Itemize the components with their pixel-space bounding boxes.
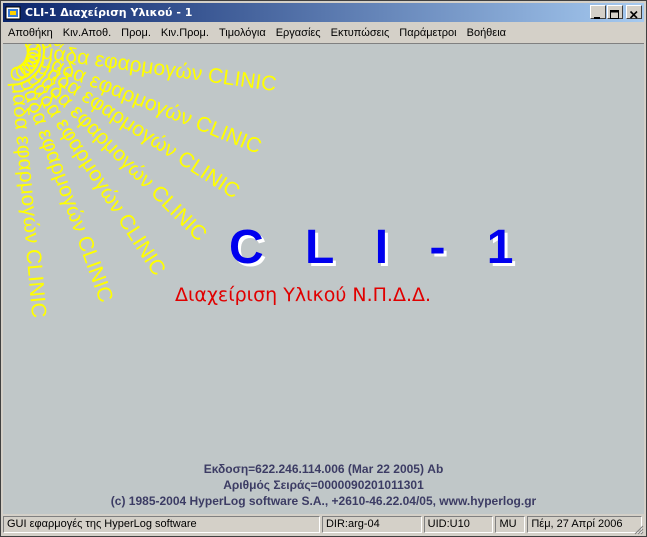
minimize-button[interactable] bbox=[590, 5, 606, 19]
app-icon[interactable] bbox=[5, 5, 21, 21]
product-subtitle: Διαχείριση Υλικού Ν.Π.Δ.Δ. bbox=[175, 284, 432, 306]
menu-item-kin-apoth[interactable]: Κιν.Αποθ. bbox=[58, 27, 116, 39]
product-title: C L I - 1 bbox=[229, 221, 528, 274]
menu-item-apothiki[interactable]: Αποθήκη bbox=[3, 27, 58, 39]
copyright-text: (c) 1985-2004 HyperLog software S.A., +2… bbox=[110, 494, 537, 508]
menu-bar: Αποθήκη Κιν.Αποθ. Προμ. Κιν.Προμ. Τιμολό… bbox=[3, 23, 644, 42]
status-date: Πέμ, 27 Απρί 2006 bbox=[527, 516, 642, 533]
status-uid: UID:U10 bbox=[423, 516, 494, 533]
maximize-icon bbox=[610, 10, 619, 19]
window-title: CLI-1 Διαχείριση Υλικού - 1 bbox=[25, 6, 193, 19]
menu-item-prom[interactable]: Προμ. bbox=[116, 27, 156, 39]
arc-text-graphic: Ομάδα εφαρμογών CLINICΟμάδα εφαρμογών CL… bbox=[5, 44, 278, 319]
serial-text: Αριθμός Σειράς=0000090201011301 bbox=[223, 478, 424, 492]
maximize-button[interactable] bbox=[607, 5, 623, 19]
menu-item-ektyposeis[interactable]: Εκτυπώσεις bbox=[326, 27, 395, 39]
menu-item-parametroi[interactable]: Παράμετροι bbox=[394, 27, 461, 39]
menu-item-ergasies[interactable]: Εργασίες bbox=[271, 27, 326, 39]
version-text: Εκδοση=622.246.114.006 (Mar 22 2005) Ab bbox=[203, 462, 444, 476]
close-button[interactable] bbox=[626, 5, 642, 19]
app-window: CLI-1 Διαχείριση Υλικού - 1 Αποθήκη Κιν.… bbox=[0, 0, 647, 537]
menu-item-kin-prom[interactable]: Κιν.Προμ. bbox=[156, 27, 214, 39]
status-bar: GUI εφαρμογές της HyperLog software DIR:… bbox=[3, 515, 644, 535]
minimize-icon bbox=[594, 17, 600, 19]
close-icon bbox=[629, 10, 638, 19]
status-dir: DIR:arg-04 bbox=[321, 516, 422, 533]
status-app: GUI εφαρμογές της HyperLog software bbox=[3, 516, 320, 533]
splash-area: Ομάδα εφαρμογών CLINIC Ομάδα εφαρμογών CL… bbox=[3, 43, 644, 514]
resize-grip-icon[interactable] bbox=[632, 523, 644, 535]
menu-item-voitheia[interactable]: Βοήθεια bbox=[462, 27, 511, 39]
title-bar[interactable]: CLI-1 Διαχείριση Υλικού - 1 bbox=[3, 3, 644, 22]
menu-item-timologia[interactable]: Τιμολόγια bbox=[214, 27, 271, 39]
status-mode: MU bbox=[495, 516, 526, 533]
